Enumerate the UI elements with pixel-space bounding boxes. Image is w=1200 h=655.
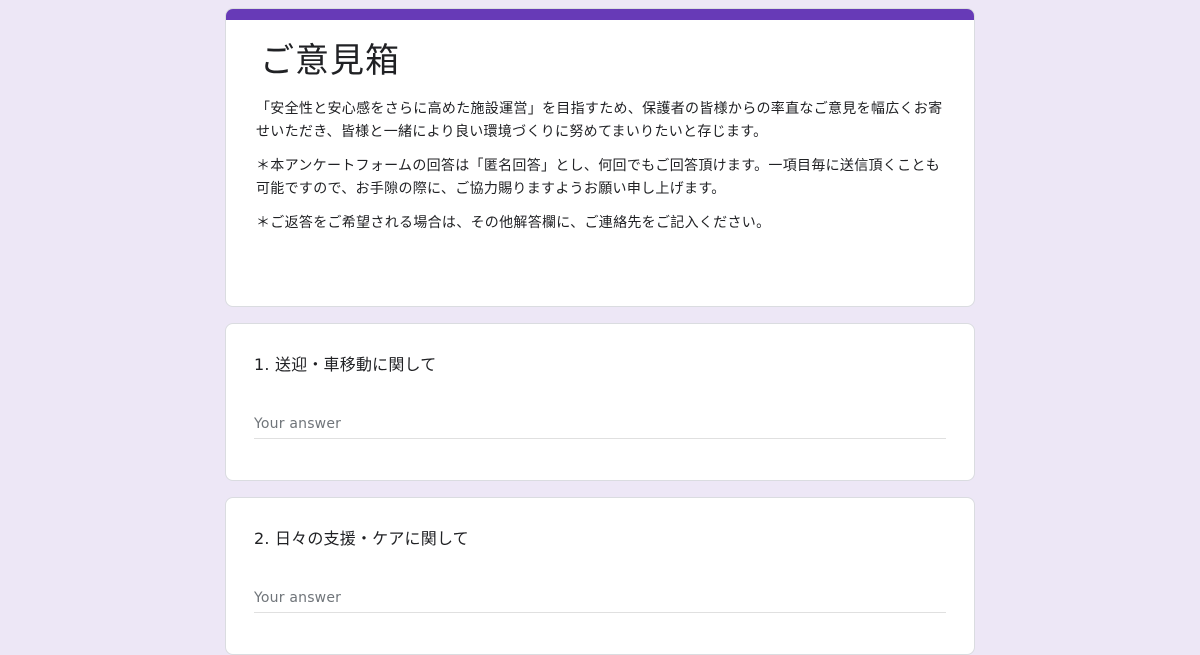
question-title-1: 1. 送迎・車移動に関して: [254, 355, 437, 374]
theme-accent-bar: [226, 9, 974, 20]
form-description-paragraph-1: 「安全性と安心感をさらに高めた施設運営」を目指すため、保護者の皆様からの率直なご…: [256, 101, 943, 140]
form-header-card: ご意見箱 「安全性と安心感をさらに高めた施設運営」を目指すため、保護者の皆様から…: [225, 8, 975, 307]
form-container: ご意見箱 「安全性と安心感をさらに高めた施設運営」を目指すため、保護者の皆様から…: [225, 8, 975, 655]
form-header-content: ご意見箱 「安全性と安心感をさらに高めた施設運営」を目指すため、保護者の皆様から…: [226, 20, 974, 235]
form-description-paragraph-3: ＊ご返答をご希望される場合は、その他解答欄に、ご連絡先をご記入ください。: [256, 215, 771, 231]
form-title: ご意見箱: [260, 41, 400, 81]
question-card-2: 2. 日々の支援・ケアに関して: [225, 497, 975, 655]
question-card-1: 1. 送迎・車移動に関して: [225, 323, 975, 481]
answer-input-2[interactable]: [254, 590, 946, 613]
form-page: { "form": { "title": "ご意見箱", "descriptio…: [0, 0, 1200, 655]
answer-input-1[interactable]: [254, 416, 946, 439]
form-description-paragraph-2: ＊本アンケートフォームの回答は「匿名回答」とし、何回でもご回答頂けます。一項目毎…: [256, 158, 941, 197]
question-title-2: 2. 日々の支援・ケアに関して: [254, 529, 469, 548]
